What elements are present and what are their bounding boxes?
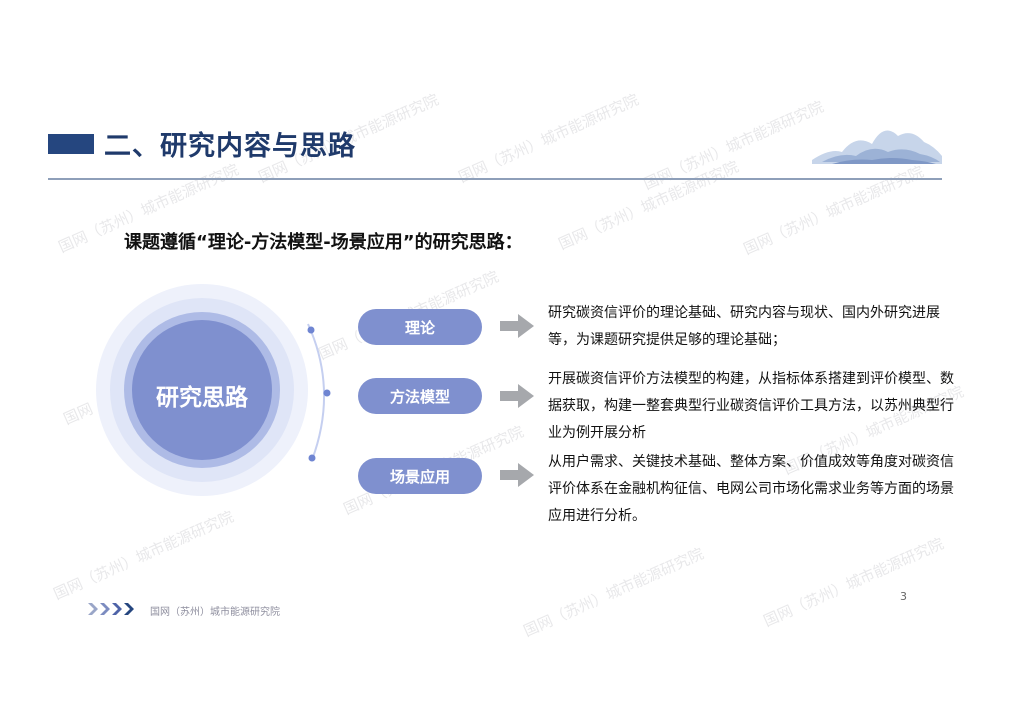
step-pill-method-model: 方法模型 <box>358 378 482 414</box>
connector-dot <box>323 389 331 397</box>
watermark: 国网（苏州）城市能源研究院 <box>555 157 742 254</box>
step-pill-scenario-application: 场景应用 <box>358 458 482 494</box>
watermark: 国网（苏州）城市能源研究院 <box>520 544 707 641</box>
footer-organization: 国网（苏州）城市能源研究院 <box>150 607 280 618</box>
watermark: 国网（苏州）城市能源研究院 <box>50 507 237 604</box>
watermark: 国网（苏州）城市能源研究院 <box>740 162 927 259</box>
arrow-right-icon <box>500 314 534 338</box>
title-accent-bar <box>48 134 94 154</box>
watermark: 国网（苏州）城市能源研究院 <box>455 90 642 187</box>
page-title: 二、研究内容与思路 <box>104 131 356 162</box>
title-divider <box>48 178 942 180</box>
page-number: 3 <box>900 590 907 603</box>
step-description-theory: 研究碳资信评价的理论基础、研究内容与现状、国内外研究进展等，为课题研究提供足够的… <box>548 305 940 348</box>
section-subtitle: 课题遵循“理论-方法模型-场景应用”的研究思路： <box>124 232 523 253</box>
mountain-decoration <box>812 130 942 164</box>
connector-dot <box>308 454 316 462</box>
arrow-right-icon <box>500 463 534 487</box>
connector-dot <box>307 326 315 334</box>
watermark: 国网（苏州）城市能源研究院 <box>760 534 947 631</box>
step-description-scenario-application: 从用户需求、关键技术基础、整体方案、价值成效等角度对碳资信评价体系在金融机构征信… <box>548 454 954 524</box>
step-description-method-model: 开展碳资信评价方法模型的构建，从指标体系搭建到评价模型、数据获取，构建一整套典型… <box>548 371 954 441</box>
step-pill-theory: 理论 <box>358 309 482 345</box>
chevron-right-icon <box>88 603 134 615</box>
center-label: 研究思路 <box>156 385 248 411</box>
arrow-right-icon <box>500 384 534 408</box>
